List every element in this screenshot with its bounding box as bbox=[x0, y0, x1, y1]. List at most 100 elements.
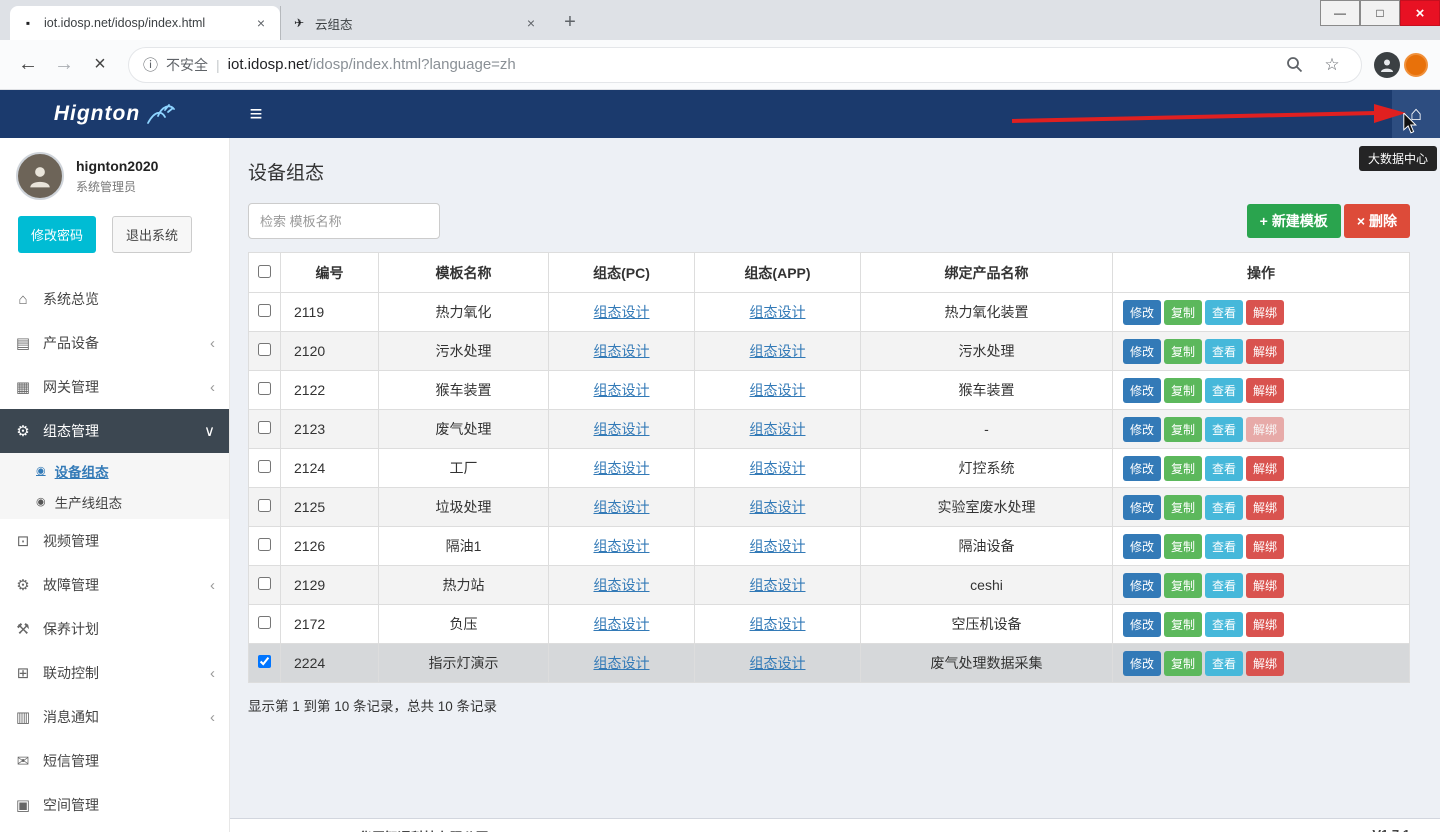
sidebar-item-video[interactable]: ⊡视频管理 bbox=[0, 519, 229, 563]
row-checkbox[interactable] bbox=[258, 499, 271, 512]
modify-button[interactable]: 修改 bbox=[1123, 417, 1161, 442]
app-design-link[interactable]: 组态设计 bbox=[750, 499, 806, 515]
unbind-button[interactable]: 解绑 bbox=[1246, 339, 1284, 364]
view-button[interactable]: 查看 bbox=[1205, 495, 1243, 520]
app-design-link[interactable]: 组态设计 bbox=[750, 382, 806, 398]
sidebar-item-config[interactable]: ⚙组态管理∨ bbox=[0, 409, 229, 453]
app-design-link[interactable]: 组态设计 bbox=[750, 655, 806, 671]
row-checkbox[interactable] bbox=[258, 655, 271, 668]
sidebar-item-fault[interactable]: ⚙故障管理‹ bbox=[0, 563, 229, 607]
unbind-button[interactable]: 解绑 bbox=[1246, 456, 1284, 481]
pc-design-link[interactable]: 组态设计 bbox=[594, 382, 650, 398]
close-tab-icon[interactable]: × bbox=[522, 14, 540, 32]
view-button[interactable]: 查看 bbox=[1205, 573, 1243, 598]
close-tab-icon[interactable]: × bbox=[252, 14, 270, 32]
modify-button[interactable]: 修改 bbox=[1123, 378, 1161, 403]
info-icon[interactable]: ⓘ bbox=[143, 54, 158, 75]
copy-button[interactable]: 复制 bbox=[1164, 378, 1202, 403]
brand-logo[interactable]: Hignton bbox=[0, 90, 230, 138]
app-design-link[interactable]: 组态设计 bbox=[750, 343, 806, 359]
unbind-button[interactable]: 解绑 bbox=[1246, 378, 1284, 403]
zoom-icon[interactable] bbox=[1279, 50, 1309, 80]
sidebar-item-products[interactable]: ▤产品设备‹ bbox=[0, 321, 229, 365]
copy-button[interactable]: 复制 bbox=[1164, 339, 1202, 364]
view-button[interactable]: 查看 bbox=[1205, 339, 1243, 364]
sidebar-subitem-device-config[interactable]: ◉设备组态 bbox=[0, 455, 229, 486]
sidebar-toggle-icon[interactable]: ≡ bbox=[230, 90, 282, 138]
logout-button[interactable]: 退出系统 bbox=[112, 216, 192, 253]
app-design-link[interactable]: 组态设计 bbox=[750, 460, 806, 476]
unbind-button[interactable]: 解绑 bbox=[1246, 534, 1284, 559]
minimize-button[interactable]: — bbox=[1320, 0, 1360, 26]
pc-design-link[interactable]: 组态设计 bbox=[594, 616, 650, 632]
back-button[interactable]: ← bbox=[12, 49, 44, 81]
copy-button[interactable]: 复制 bbox=[1164, 573, 1202, 598]
row-checkbox[interactable] bbox=[258, 382, 271, 395]
modify-button[interactable]: 修改 bbox=[1123, 651, 1161, 676]
modify-button[interactable]: 修改 bbox=[1123, 534, 1161, 559]
copy-button[interactable]: 复制 bbox=[1164, 300, 1202, 325]
sidebar-item-message[interactable]: ▥消息通知‹ bbox=[0, 695, 229, 739]
copy-button[interactable]: 复制 bbox=[1164, 651, 1202, 676]
stop-reload-button[interactable]: × bbox=[84, 49, 116, 81]
modify-button[interactable]: 修改 bbox=[1123, 456, 1161, 481]
app-design-link[interactable]: 组态设计 bbox=[750, 616, 806, 632]
delete-button[interactable]: ×删除 bbox=[1344, 204, 1410, 238]
sidebar-item-gateway[interactable]: ▦网关管理‹ bbox=[0, 365, 229, 409]
unbind-button[interactable]: 解绑 bbox=[1246, 300, 1284, 325]
app-design-link[interactable]: 组态设计 bbox=[750, 538, 806, 554]
modify-button[interactable]: 修改 bbox=[1123, 612, 1161, 637]
pc-design-link[interactable]: 组态设计 bbox=[594, 460, 650, 476]
bigdata-home-icon[interactable]: ⌂ bbox=[1392, 90, 1440, 138]
pc-design-link[interactable]: 组态设计 bbox=[594, 499, 650, 515]
view-button[interactable]: 查看 bbox=[1205, 456, 1243, 481]
pc-design-link[interactable]: 组态设计 bbox=[594, 421, 650, 437]
change-password-button[interactable]: 修改密码 bbox=[18, 216, 96, 253]
close-window-button[interactable]: × bbox=[1400, 0, 1440, 26]
view-button[interactable]: 查看 bbox=[1205, 651, 1243, 676]
sidebar-item-linkage[interactable]: ⊞联动控制‹ bbox=[0, 651, 229, 695]
row-checkbox[interactable] bbox=[258, 343, 271, 356]
new-template-button[interactable]: +新建模板 bbox=[1247, 204, 1341, 238]
row-checkbox[interactable] bbox=[258, 577, 271, 590]
sidebar-item-overview[interactable]: ⌂系统总览 bbox=[0, 277, 229, 321]
modify-button[interactable]: 修改 bbox=[1123, 573, 1161, 598]
copy-button[interactable]: 复制 bbox=[1164, 456, 1202, 481]
select-all-checkbox[interactable] bbox=[258, 265, 271, 278]
sidebar-item-maintenance[interactable]: ⚒保养计划 bbox=[0, 607, 229, 651]
row-checkbox[interactable] bbox=[258, 616, 271, 629]
pc-design-link[interactable]: 组态设计 bbox=[594, 343, 650, 359]
sidebar-subitem-line-config[interactable]: ◉生产线组态 bbox=[0, 486, 229, 517]
pc-design-link[interactable]: 组态设计 bbox=[594, 538, 650, 554]
unbind-button[interactable]: 解绑 bbox=[1246, 612, 1284, 637]
modify-button[interactable]: 修改 bbox=[1123, 495, 1161, 520]
sidebar-item-space[interactable]: ▣空间管理 bbox=[0, 783, 229, 827]
app-design-link[interactable]: 组态设计 bbox=[750, 421, 806, 437]
view-button[interactable]: 查看 bbox=[1205, 378, 1243, 403]
view-button[interactable]: 查看 bbox=[1205, 417, 1243, 442]
copy-button[interactable]: 复制 bbox=[1164, 534, 1202, 559]
copy-button[interactable]: 复制 bbox=[1164, 612, 1202, 637]
unbind-button[interactable]: 解绑 bbox=[1246, 651, 1284, 676]
row-checkbox[interactable] bbox=[258, 460, 271, 473]
view-button[interactable]: 查看 bbox=[1205, 300, 1243, 325]
pc-design-link[interactable]: 组态设计 bbox=[594, 655, 650, 671]
app-design-link[interactable]: 组态设计 bbox=[750, 304, 806, 320]
forward-button[interactable]: → bbox=[48, 49, 80, 81]
modify-button[interactable]: 修改 bbox=[1123, 339, 1161, 364]
browser-tab-cloud-config[interactable]: ✈ 云组态 × bbox=[280, 6, 550, 40]
unbind-button[interactable]: 解绑 bbox=[1246, 573, 1284, 598]
view-button[interactable]: 查看 bbox=[1205, 534, 1243, 559]
sidebar-item-sms[interactable]: ✉短信管理 bbox=[0, 739, 229, 783]
pc-design-link[interactable]: 组态设计 bbox=[594, 577, 650, 593]
bookmark-star-icon[interactable]: ☆ bbox=[1317, 50, 1347, 80]
pc-design-link[interactable]: 组态设计 bbox=[594, 304, 650, 320]
unbind-button[interactable]: 解绑 bbox=[1246, 417, 1284, 442]
row-checkbox[interactable] bbox=[258, 538, 271, 551]
modify-button[interactable]: 修改 bbox=[1123, 300, 1161, 325]
copy-button[interactable]: 复制 bbox=[1164, 495, 1202, 520]
browser-update-icon[interactable] bbox=[1404, 53, 1428, 77]
new-tab-button[interactable]: + bbox=[556, 8, 584, 36]
template-search-input[interactable] bbox=[248, 203, 440, 239]
copy-button[interactable]: 复制 bbox=[1164, 417, 1202, 442]
